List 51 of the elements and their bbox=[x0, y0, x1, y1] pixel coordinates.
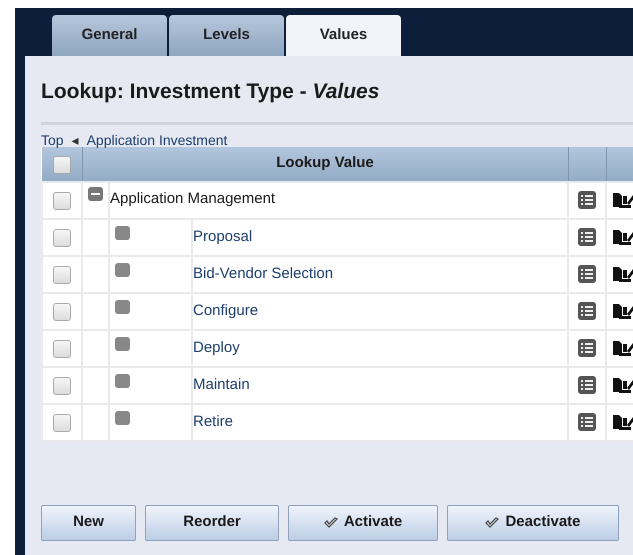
status-icon bbox=[115, 300, 130, 314]
action-button[interactable]: Reorder bbox=[145, 504, 279, 540]
select-all-checkbox[interactable] bbox=[52, 156, 71, 174]
check-icon bbox=[324, 516, 338, 528]
row-checkbox[interactable] bbox=[53, 228, 71, 246]
edit-icon[interactable] bbox=[613, 412, 633, 430]
edit-icon[interactable] bbox=[613, 338, 633, 356]
list-icon[interactable] bbox=[578, 302, 596, 320]
expand-toggle[interactable] bbox=[88, 186, 103, 200]
check-icon bbox=[485, 516, 500, 528]
separator-icon: ◂ bbox=[72, 130, 79, 146]
page-title: Lookup: Investment Type - Values bbox=[41, 79, 380, 105]
status-icon bbox=[115, 410, 130, 424]
list-icon[interactable] bbox=[578, 338, 596, 356]
edit-icon[interactable] bbox=[613, 228, 633, 246]
lookup-value[interactable]: Retire bbox=[193, 412, 234, 430]
column-header bbox=[568, 146, 606, 182]
row-checkbox[interactable] bbox=[53, 302, 71, 320]
edit-icon[interactable] bbox=[613, 302, 633, 320]
lookup-value[interactable]: Deploy bbox=[193, 338, 240, 356]
edit-icon[interactable] bbox=[613, 376, 633, 394]
edit-icon[interactable] bbox=[613, 264, 633, 282]
list-icon[interactable] bbox=[578, 190, 596, 208]
row-checkbox[interactable] bbox=[53, 192, 71, 210]
status-icon bbox=[115, 262, 130, 276]
tab[interactable]: Levels bbox=[169, 15, 284, 56]
row-checkbox[interactable] bbox=[53, 266, 71, 284]
lookup-value[interactable]: Application Management bbox=[110, 190, 276, 206]
row-checkbox[interactable] bbox=[53, 414, 71, 432]
status-icon bbox=[115, 226, 130, 240]
action-button[interactable]: Deactivate bbox=[447, 504, 619, 540]
status-icon bbox=[115, 336, 130, 350]
lookup-value[interactable]: Bid-Vendor Selection bbox=[193, 264, 334, 282]
list-icon[interactable] bbox=[578, 228, 596, 246]
edit-icon[interactable] bbox=[613, 190, 633, 208]
tab[interactable]: General bbox=[52, 15, 167, 56]
column-header: Lookup Value bbox=[82, 146, 568, 182]
list-icon[interactable] bbox=[578, 376, 596, 394]
row-checkbox[interactable] bbox=[53, 376, 71, 394]
status-icon bbox=[115, 374, 130, 388]
row-checkbox[interactable] bbox=[53, 340, 71, 358]
tab[interactable]: Values bbox=[286, 15, 401, 56]
lookup-value[interactable]: Configure bbox=[193, 302, 258, 318]
breadcrumb-link[interactable]: Application Investment bbox=[86, 130, 228, 146]
action-button[interactable]: New bbox=[41, 504, 136, 540]
lookup-value[interactable]: Maintain bbox=[193, 376, 250, 392]
lookup-value[interactable]: Proposal bbox=[193, 228, 252, 244]
list-icon[interactable] bbox=[578, 412, 596, 430]
list-icon[interactable] bbox=[578, 264, 596, 282]
action-button[interactable]: Activate bbox=[288, 504, 438, 540]
breadcrumb-link[interactable]: Top bbox=[41, 130, 64, 146]
